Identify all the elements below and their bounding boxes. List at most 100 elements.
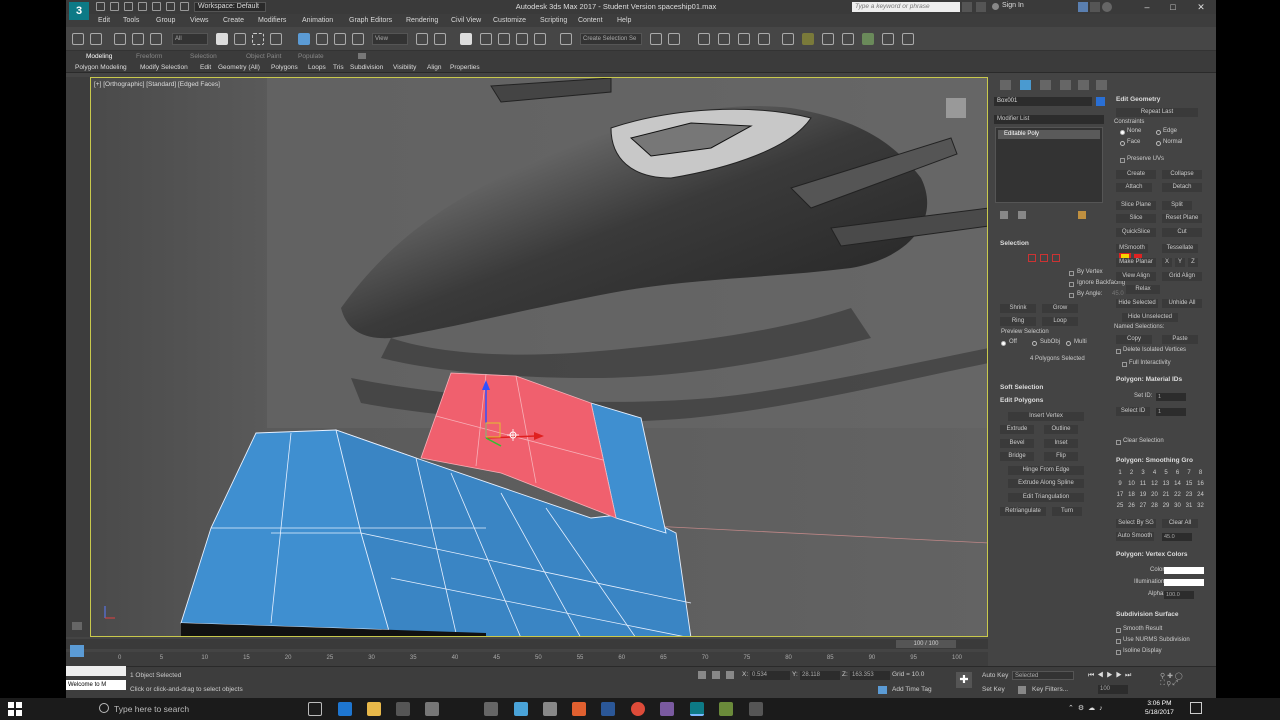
workspace-icon[interactable] [180,2,189,11]
stack-item-editable-poly[interactable]: Editable Poly [998,130,1100,139]
smoothing-group-button[interactable]: 11 [1139,481,1147,487]
motion-tab-icon[interactable] [1060,80,1071,90]
tab-freeform[interactable]: Freeform [136,53,162,60]
reference-coordinate-dropdown[interactable]: View [372,33,408,45]
select-id-spinner[interactable]: 1 [1156,408,1186,416]
smoothing-group-button[interactable]: 21 [1162,492,1170,498]
detach-button[interactable]: Detach [1162,183,1202,192]
unlink-icon[interactable] [132,33,144,45]
planar-z-button[interactable]: Z [1188,258,1198,267]
turn-button[interactable]: Turn [1052,507,1082,516]
inset-button[interactable]: Inset [1044,439,1078,448]
selection-rollout-title[interactable]: Selection [1000,240,1029,247]
time-slider[interactable]: 100 / 100 [66,639,988,649]
smoothing-group-button[interactable]: 26 [1128,503,1136,509]
loop-button[interactable]: Loop [1042,317,1078,326]
modifier-list-dropdown[interactable]: Modifier List [994,115,1104,124]
new-file-icon[interactable] [96,2,105,11]
extrude-button[interactable]: Extrude [1000,425,1034,434]
y-coordinate-field[interactable]: 28.118 [800,671,840,680]
smoothing-group-button[interactable]: 8 [1197,470,1205,476]
ribbon-options-icon[interactable] [358,53,366,59]
edge-browser-icon[interactable] [338,702,352,716]
view-align-button[interactable]: View Align [1116,272,1156,281]
use-nurms-checkbox[interactable] [1116,639,1121,644]
store-icon[interactable] [396,702,410,716]
display-tab-icon[interactable] [1078,80,1089,90]
smoothing-group-button[interactable]: 2 [1128,470,1136,476]
frame-counter[interactable]: 100 / 100 [896,640,956,648]
configure-modifier-sets-icon[interactable] [1078,211,1086,219]
ring-button[interactable]: Ring [1000,317,1036,326]
select-object-icon[interactable] [216,33,228,45]
reset-plane-button[interactable]: Reset Plane [1162,214,1202,223]
taskbar-search-input[interactable]: Type here to search [94,701,290,717]
menu-customize[interactable]: Customize [493,17,526,24]
set-key-big-icon[interactable]: ✚ [956,672,972,688]
bevel-button[interactable]: Bevel [1000,439,1034,448]
angle-snap-icon[interactable] [498,33,510,45]
file-explorer-icon[interactable] [367,702,381,716]
render-setup-icon[interactable] [822,33,834,45]
planar-y-button[interactable]: Y [1175,258,1185,267]
smoothing-group-button[interactable]: 7 [1185,470,1193,476]
object-name-field[interactable]: Box001 [994,97,1092,106]
smoothing-group-button[interactable]: 18 [1128,492,1136,498]
vertex-color-swatch[interactable] [1164,567,1204,574]
constraint-edge-radio[interactable] [1156,130,1161,135]
key-selection-dropdown[interactable]: Selected [1012,671,1074,680]
slice-plane-button[interactable]: Slice Plane [1116,201,1156,210]
scene-explorer-icon[interactable] [698,33,710,45]
render-cloud-icon[interactable] [882,33,894,45]
scale-icon[interactable] [334,33,346,45]
menu-edit[interactable]: Edit [98,17,110,24]
smoothing-group-button[interactable]: 23 [1185,492,1193,498]
make-planar-button[interactable]: Make Planar [1116,258,1156,267]
menu-group[interactable]: Group [156,17,175,24]
rotate-icon[interactable] [316,33,328,45]
clear-all-button[interactable]: Clear All [1162,519,1198,528]
vertex-colors-rollout-title[interactable]: Polygon: Vertex Colors [1116,551,1188,558]
schematic-view-icon[interactable] [782,33,794,45]
selection-filter-dropdown[interactable]: All [172,33,208,45]
isolate-selection-icon[interactable] [698,671,706,679]
retriangulate-button[interactable]: Retriangulate [1000,507,1046,516]
by-vertex-checkbox[interactable] [1069,271,1074,276]
key-filters-button[interactable]: Key Filters... [1032,686,1068,693]
edge-mode-icon[interactable] [1040,254,1048,262]
set-key-button[interactable]: Set Key [982,686,1005,693]
illumination-swatch[interactable] [1164,579,1204,586]
preview-subobj-radio[interactable] [1032,341,1037,346]
move-icon[interactable] [298,33,310,45]
smoothing-group-button[interactable]: 28 [1151,503,1159,509]
by-angle-checkbox[interactable] [1069,293,1074,298]
vertex-mode-icon[interactable] [1028,254,1036,262]
smoothing-group-button[interactable]: 10 [1128,481,1136,487]
select-by-name-icon[interactable] [234,33,246,45]
menu-rendering[interactable]: Rendering [406,17,438,24]
slice-button[interactable]: Slice [1116,214,1156,223]
named-selection-set-dropdown[interactable]: Create Selection Se [580,33,642,45]
copy-button[interactable]: Copy [1116,335,1152,344]
smoothing-group-button[interactable]: 16 [1197,481,1205,487]
shrink-button[interactable]: Shrink [1000,304,1036,313]
outline-button[interactable]: Outline [1044,425,1078,434]
undo-icon[interactable] [72,33,84,45]
menu-civil-view[interactable]: Civil View [451,17,481,24]
viewport-navigation-controls[interactable]: ⚲ ✚ ◯ ⛶ ⚲ ⤢ [1160,672,1210,694]
notifications-icon[interactable] [1190,702,1202,714]
cut-button[interactable]: Cut [1162,228,1202,237]
exchange-icon[interactable] [1090,2,1100,12]
pin-stack-icon[interactable] [1000,211,1008,219]
smoothing-group-button[interactable]: 25 [1116,503,1124,509]
paste-button[interactable]: Paste [1162,335,1198,344]
help-icon[interactable] [1102,2,1112,12]
ignore-backfacing-checkbox[interactable] [1069,282,1074,287]
edit-geometry-rollout-title[interactable]: Edit Geometry [1116,96,1160,103]
split-button[interactable]: Split [1162,201,1192,210]
constraint-none-radio[interactable] [1120,130,1125,135]
viewport-scene[interactable] [91,78,988,637]
smoothing-group-button[interactable]: 19 [1139,492,1147,498]
mirror-icon[interactable] [650,33,662,45]
app-icon-6[interactable] [719,702,733,716]
